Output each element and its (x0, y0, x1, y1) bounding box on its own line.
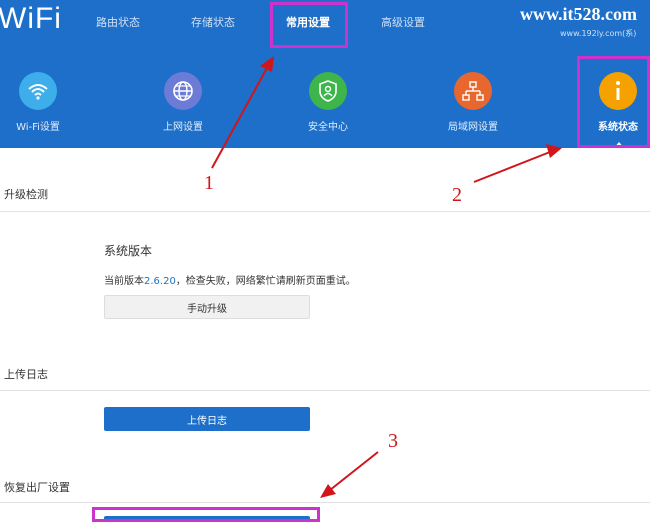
annotation-arrow-1 (211, 56, 274, 169)
annotation-arrows (211, 56, 562, 498)
annotation-arrow-2 (473, 144, 562, 183)
annotation-arrow-3 (320, 451, 379, 498)
